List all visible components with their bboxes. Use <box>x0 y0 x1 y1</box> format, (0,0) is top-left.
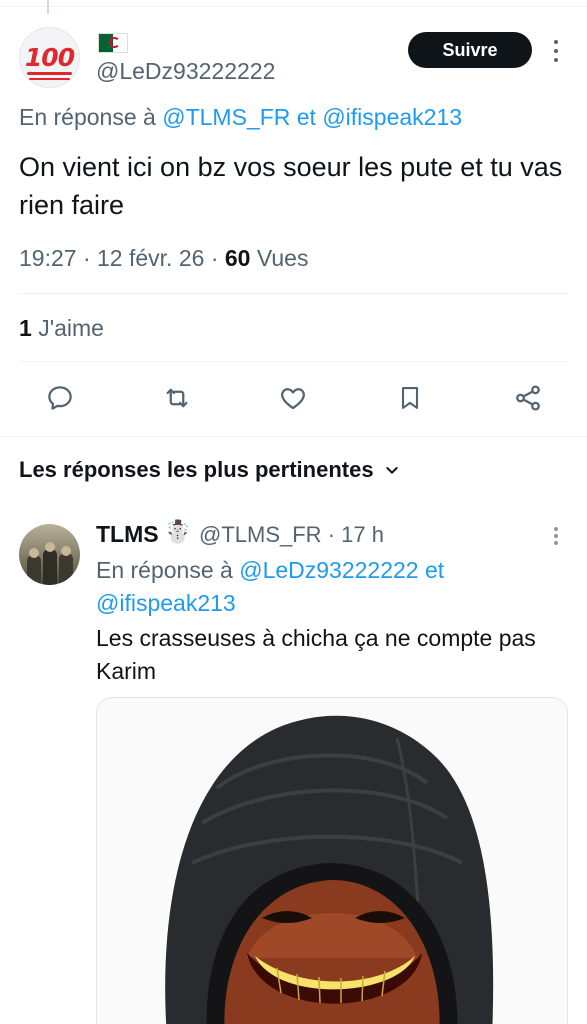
bookmark-icon[interactable] <box>392 380 428 416</box>
reply-context: En réponse à @TLMS_FR et @ifispeak213 <box>19 104 462 131</box>
reply-and: et <box>424 557 445 583</box>
reply-context: En réponse à @LeDz93222222 et @ifispeak2… <box>96 554 556 620</box>
reply-media-image[interactable] <box>96 697 568 1024</box>
sort-replies-dropdown[interactable]: Les réponses les plus pertinentes <box>19 457 400 483</box>
chevron-down-icon <box>385 467 398 474</box>
follow-button[interactable]: Suivre <box>408 32 532 68</box>
thread-connector <box>47 0 49 14</box>
reply-display-name[interactable]: TLMS <box>96 521 159 548</box>
reply-avatar[interactable] <box>19 524 80 585</box>
reply-handle[interactable]: @TLMS_FR <box>199 522 322 547</box>
mention-link[interactable]: @ifispeak213 <box>322 104 462 130</box>
mention-link[interactable]: @LeDz93222222 <box>239 557 418 583</box>
reply-age[interactable]: 17 h <box>341 522 384 547</box>
reply-prefix: En réponse à <box>19 104 156 130</box>
hundred-emoji-icon: 100 <box>24 43 75 80</box>
divider <box>19 361 568 362</box>
divider <box>19 293 568 294</box>
tweet-text: On vient ici on bz vos soeur les pute et… <box>19 152 563 220</box>
likes-count: 1 <box>19 315 32 341</box>
views-count: 60 <box>224 245 251 271</box>
likes-summary[interactable]: 1 J'aime <box>19 315 104 342</box>
reply-handle-time: @TLMS_FR · 17 h <box>199 522 384 548</box>
algeria-flag-icon <box>98 33 128 53</box>
mention-link[interactable]: @ifispeak213 <box>96 590 236 616</box>
more-icon[interactable] <box>550 38 562 64</box>
like-icon[interactable] <box>275 380 311 416</box>
tweet-time[interactable]: 19:27 <box>19 245 77 271</box>
likes-label: J'aime <box>38 315 104 341</box>
user-handle[interactable]: @LeDz93222222 <box>96 58 275 85</box>
sort-label: Les réponses les plus pertinentes <box>19 457 374 482</box>
hooded-face-image <box>165 715 494 1024</box>
more-icon[interactable] <box>550 525 562 547</box>
tweet-date[interactable]: 12 févr. 26 <box>97 245 204 271</box>
views-label: Vues <box>256 245 309 271</box>
reply-and: et <box>296 104 316 130</box>
tweet-meta: 19:27 · 12 févr. 26 · 60 Vues <box>19 245 308 272</box>
snowman-emoji-icon: ☃️ <box>164 519 192 544</box>
reply-text: Les crasseuses à chicha ça ne compte pas… <box>96 625 536 684</box>
reply-icon[interactable] <box>42 380 78 416</box>
meta-separator: · <box>210 245 219 271</box>
meta-separator: · <box>82 245 91 271</box>
section-divider <box>0 436 587 437</box>
reply-prefix: En réponse à <box>96 557 233 583</box>
meta-separator: · <box>327 522 336 547</box>
retweet-icon[interactable] <box>159 380 195 416</box>
top-divider <box>0 6 587 7</box>
avatar[interactable]: 100 <box>19 27 80 88</box>
mention-link[interactable]: @TLMS_FR <box>162 104 290 130</box>
share-icon[interactable] <box>510 380 546 416</box>
